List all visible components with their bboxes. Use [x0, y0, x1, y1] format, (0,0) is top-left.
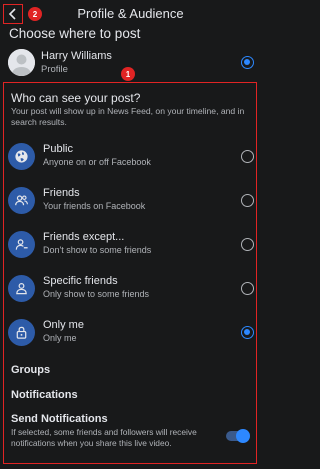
friends-except-icon [8, 231, 35, 258]
option-sub: Anyone on or off Facebook [43, 157, 151, 167]
option-label: Only me [43, 319, 84, 331]
option-sub: Only show to some friends [43, 289, 150, 299]
option-label: Friends except... [43, 231, 125, 243]
option-sub: Don't show to some friends [43, 245, 152, 255]
friends-except-radio[interactable] [241, 238, 254, 251]
option-friends[interactable]: Friends Your friends on Facebook [0, 181, 261, 221]
page-title: Profile & Audience [77, 6, 184, 21]
send-notifications-description: If selected, some friends and followers … [11, 427, 197, 448]
option-friends-except[interactable]: Friends except... Don't show to some fri… [0, 225, 261, 265]
specific-friends-icon [8, 275, 35, 302]
profile-name: Harry Williams [41, 50, 112, 62]
audience-description: Your post will show up in News Feed, on … [11, 106, 245, 127]
option-label: Public [43, 143, 73, 155]
screen: 2 Profile & Audience Choose where to pos… [0, 0, 261, 469]
option-only-me[interactable]: Only me Only me [0, 313, 261, 353]
lock-icon [8, 319, 35, 346]
public-radio[interactable] [241, 150, 254, 163]
only-me-radio[interactable] [241, 326, 254, 339]
profile-type: Profile [41, 64, 68, 75]
friends-icon [8, 187, 35, 214]
specific-friends-radio[interactable] [241, 282, 254, 295]
notifications-label: Notifications [11, 389, 78, 401]
globe-icon [8, 143, 35, 170]
option-specific-friends[interactable]: Specific friends Only show to some frien… [0, 269, 261, 309]
option-sub: Your friends on Facebook [43, 201, 146, 211]
send-notifications-toggle[interactable] [226, 429, 250, 443]
option-label: Specific friends [43, 275, 118, 287]
option-label: Friends [43, 187, 80, 199]
friends-radio[interactable] [241, 194, 254, 207]
groups-label[interactable]: Groups [11, 364, 50, 376]
header: 2 Profile & Audience [0, 0, 261, 28]
option-sub: Only me [43, 333, 77, 343]
profile-radio[interactable] [241, 56, 254, 69]
option-public[interactable]: Public Anyone on or off Facebook [0, 137, 261, 177]
toggle-knob[interactable] [236, 429, 250, 443]
avatar [8, 49, 35, 76]
annotation-badge-audience: 1 [121, 67, 135, 81]
choose-title: Choose where to post [9, 26, 141, 41]
avatar-icon [8, 49, 35, 76]
send-notifications-label: Send Notifications [11, 413, 108, 425]
audience-title: Who can see your post? [11, 91, 141, 105]
